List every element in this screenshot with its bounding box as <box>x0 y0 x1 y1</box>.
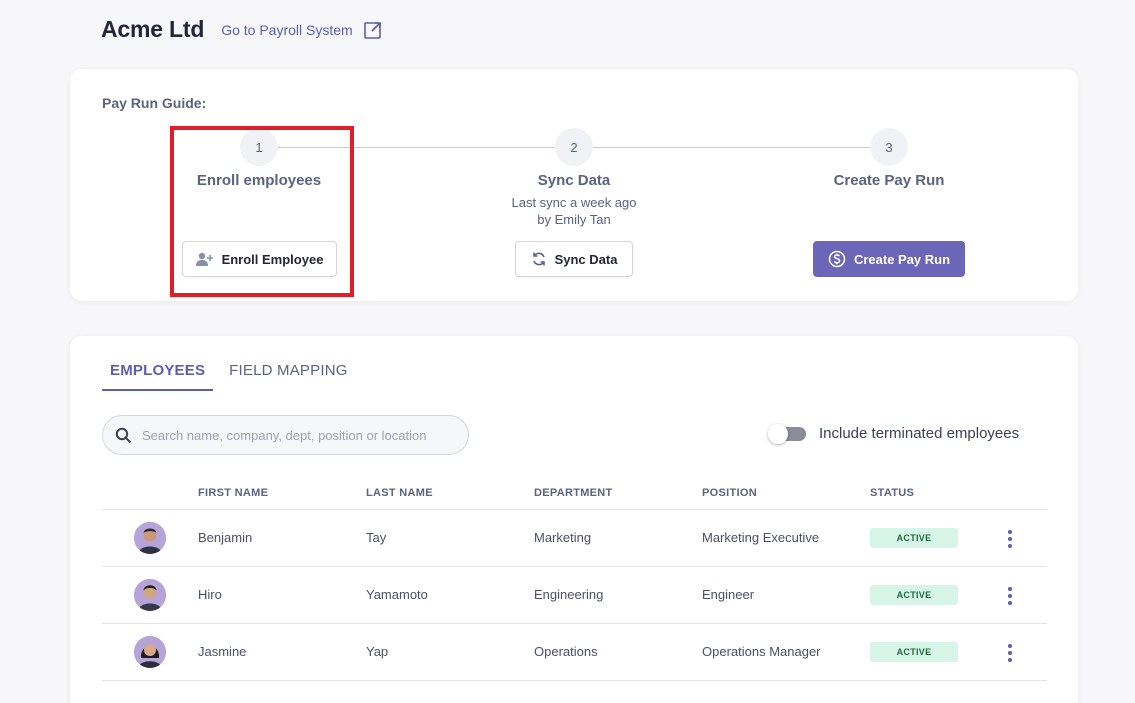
cell-department: Engineering <box>534 587 604 602</box>
include-terminated-toggle[interactable] <box>768 423 806 444</box>
goto-payroll-link[interactable]: Go to Payroll System <box>221 20 383 40</box>
page-header: Acme Ltd Go to Payroll System <box>101 16 383 43</box>
cell-department: Operations <box>534 644 598 659</box>
tab-field-mapping[interactable]: FIELD MAPPING <box>213 360 355 391</box>
step-connector-2 <box>593 147 875 148</box>
cell-position: Marketing Executive <box>702 530 820 545</box>
create-pay-run-button[interactable]: Create Pay Run <box>813 241 965 277</box>
avatar <box>134 579 166 611</box>
column-first-name: FIRST NAME <box>198 487 269 499</box>
row-actions-menu-icon[interactable] <box>1004 642 1016 664</box>
cell-last-name: Yap <box>366 644 389 659</box>
company-name: Acme Ltd <box>101 16 205 42</box>
highlight-annotation <box>170 126 354 297</box>
step-2-circle: 2 <box>555 128 593 166</box>
toggle-knob <box>768 423 788 444</box>
step-3-title: Create Pay Run <box>833 172 945 189</box>
status-badge: ACTIVE <box>870 585 958 605</box>
cell-last-name: Yamamoto <box>366 587 428 602</box>
search-box <box>102 415 469 455</box>
row-actions-menu-icon[interactable] <box>1004 528 1016 550</box>
row-actions-menu-icon[interactable] <box>1004 585 1016 607</box>
create-pay-run-label: Create Pay Run <box>853 251 951 267</box>
table-header: FIRST NAME LAST NAME DEPARTMENT POSITION… <box>102 476 1047 510</box>
cell-position: Operations Manager <box>702 644 821 659</box>
cell-first-name: Benjamin <box>198 530 253 545</box>
employees-table: FIRST NAME LAST NAME DEPARTMENT POSITION… <box>102 476 1047 681</box>
search-input[interactable] <box>142 427 442 443</box>
step-3-circle: 3 <box>870 128 908 166</box>
status-badge: ACTIVE <box>870 642 958 662</box>
table-row[interactable]: Hiro Yamamoto Engineering Engineer ACTIV… <box>102 567 1047 624</box>
sync-icon <box>532 252 545 266</box>
step-2-subtitle-2: by Emily Tan <box>537 212 611 227</box>
column-department: DEPARTMENT <box>534 487 613 499</box>
avatar <box>134 522 166 554</box>
sync-data-button[interactable]: Sync Data <box>515 241 633 277</box>
status-badge: ACTIVE <box>870 528 958 548</box>
dollar-circle-icon <box>828 250 846 268</box>
employees-card: EMPLOYEES FIELD MAPPING Include terminat… <box>70 336 1078 703</box>
table-row[interactable]: Jasmine Yap Operations Operations Manage… <box>102 624 1047 681</box>
step-2-title: Sync Data <box>537 172 611 189</box>
step-2-subtitle-1: Last sync a week ago <box>511 195 637 210</box>
external-link-icon <box>363 21 381 39</box>
column-last-name: LAST NAME <box>366 487 433 499</box>
tab-employees[interactable]: EMPLOYEES <box>102 360 214 391</box>
sync-data-label: Sync Data <box>554 251 618 267</box>
cell-first-name: Hiro <box>198 587 222 602</box>
cell-first-name: Jasmine <box>198 644 247 659</box>
cell-last-name: Tay <box>366 530 387 545</box>
avatar <box>134 636 166 668</box>
goto-payroll-label: Go to Payroll System <box>221 21 353 38</box>
guide-title: Pay Run Guide: <box>102 95 207 111</box>
column-status: STATUS <box>870 487 915 499</box>
search-icon <box>115 427 132 443</box>
cell-department: Marketing <box>534 530 592 545</box>
include-terminated-toggle-group: Include terminated employees <box>768 423 1020 444</box>
include-terminated-label: Include terminated employees <box>819 425 1020 442</box>
column-position: POSITION <box>702 487 757 499</box>
cell-position: Engineer <box>702 587 755 602</box>
table-row[interactable]: Benjamin Tay Marketing Marketing Executi… <box>102 510 1047 567</box>
tab-bar: EMPLOYEES FIELD MAPPING <box>102 360 356 391</box>
